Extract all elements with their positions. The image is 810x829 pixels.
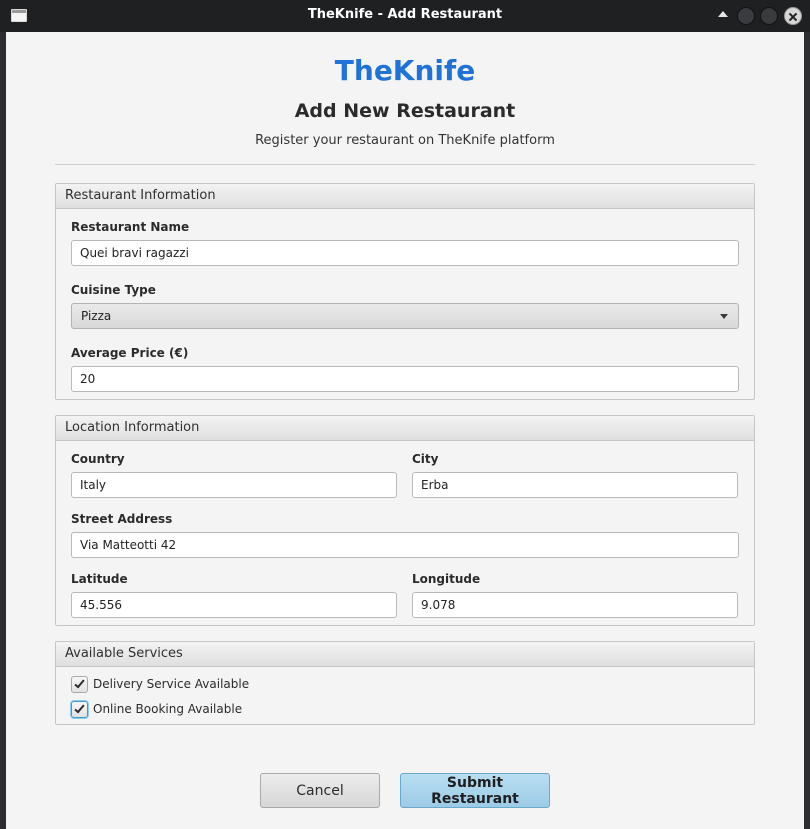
restaurant-info-title: Restaurant Information [56,184,754,209]
window-titlebar[interactable]: TheKnife - Add Restaurant [0,0,810,32]
longitude-input[interactable] [412,592,738,618]
cuisine-type-select[interactable]: Pizza [71,303,739,329]
restaurant-info-panel: Restaurant Information Restaurant Name C… [55,183,755,400]
keep-above-icon[interactable] [718,11,728,17]
minimize-button[interactable] [737,7,755,25]
longitude-label: Longitude [412,572,481,586]
cancel-button[interactable]: Cancel [260,773,380,808]
cuisine-type-value: Pizza [81,309,112,323]
city-label: City [412,452,439,466]
restaurant-name-input[interactable] [71,240,739,266]
services-panel: Available Services Delivery Service Avai… [55,641,755,725]
maximize-button[interactable] [760,7,778,25]
dialog-content: TheKnife Add New Restaurant Register you… [6,32,804,829]
window-title: TheKnife - Add Restaurant [307,7,503,22]
online-booking-checkbox[interactable] [71,701,88,718]
average-price-input[interactable] [71,366,739,392]
brand-title: TheKnife [334,54,476,87]
location-info-panel: Location Information Country City Street… [55,415,755,626]
average-price-label: Average Price (€) [71,346,189,360]
delivery-service-label: Delivery Service Available [93,677,250,691]
services-title: Available Services [56,642,754,667]
location-info-title: Location Information [56,416,754,441]
checkmark-icon [74,677,85,689]
online-booking-label: Online Booking Available [93,702,243,716]
country-input[interactable] [71,472,397,498]
city-input[interactable] [412,472,738,498]
checkmark-icon [74,702,85,714]
chevron-down-icon [720,314,728,319]
latitude-label: Latitude [71,572,128,586]
street-address-input[interactable] [71,532,739,558]
delivery-service-checkbox[interactable] [71,676,88,693]
latitude-input[interactable] [71,592,397,618]
country-label: Country [71,452,125,466]
cuisine-type-label: Cuisine Type [71,283,156,297]
submit-restaurant-button[interactable]: Submit Restaurant [400,773,550,808]
close-button[interactable] [784,7,802,25]
street-address-label: Street Address [71,512,173,526]
header-divider [55,164,755,165]
page-subheading: Register your restaurant on TheKnife pla… [255,133,555,148]
restaurant-name-label: Restaurant Name [71,220,190,234]
page-heading: Add New Restaurant [294,100,516,122]
